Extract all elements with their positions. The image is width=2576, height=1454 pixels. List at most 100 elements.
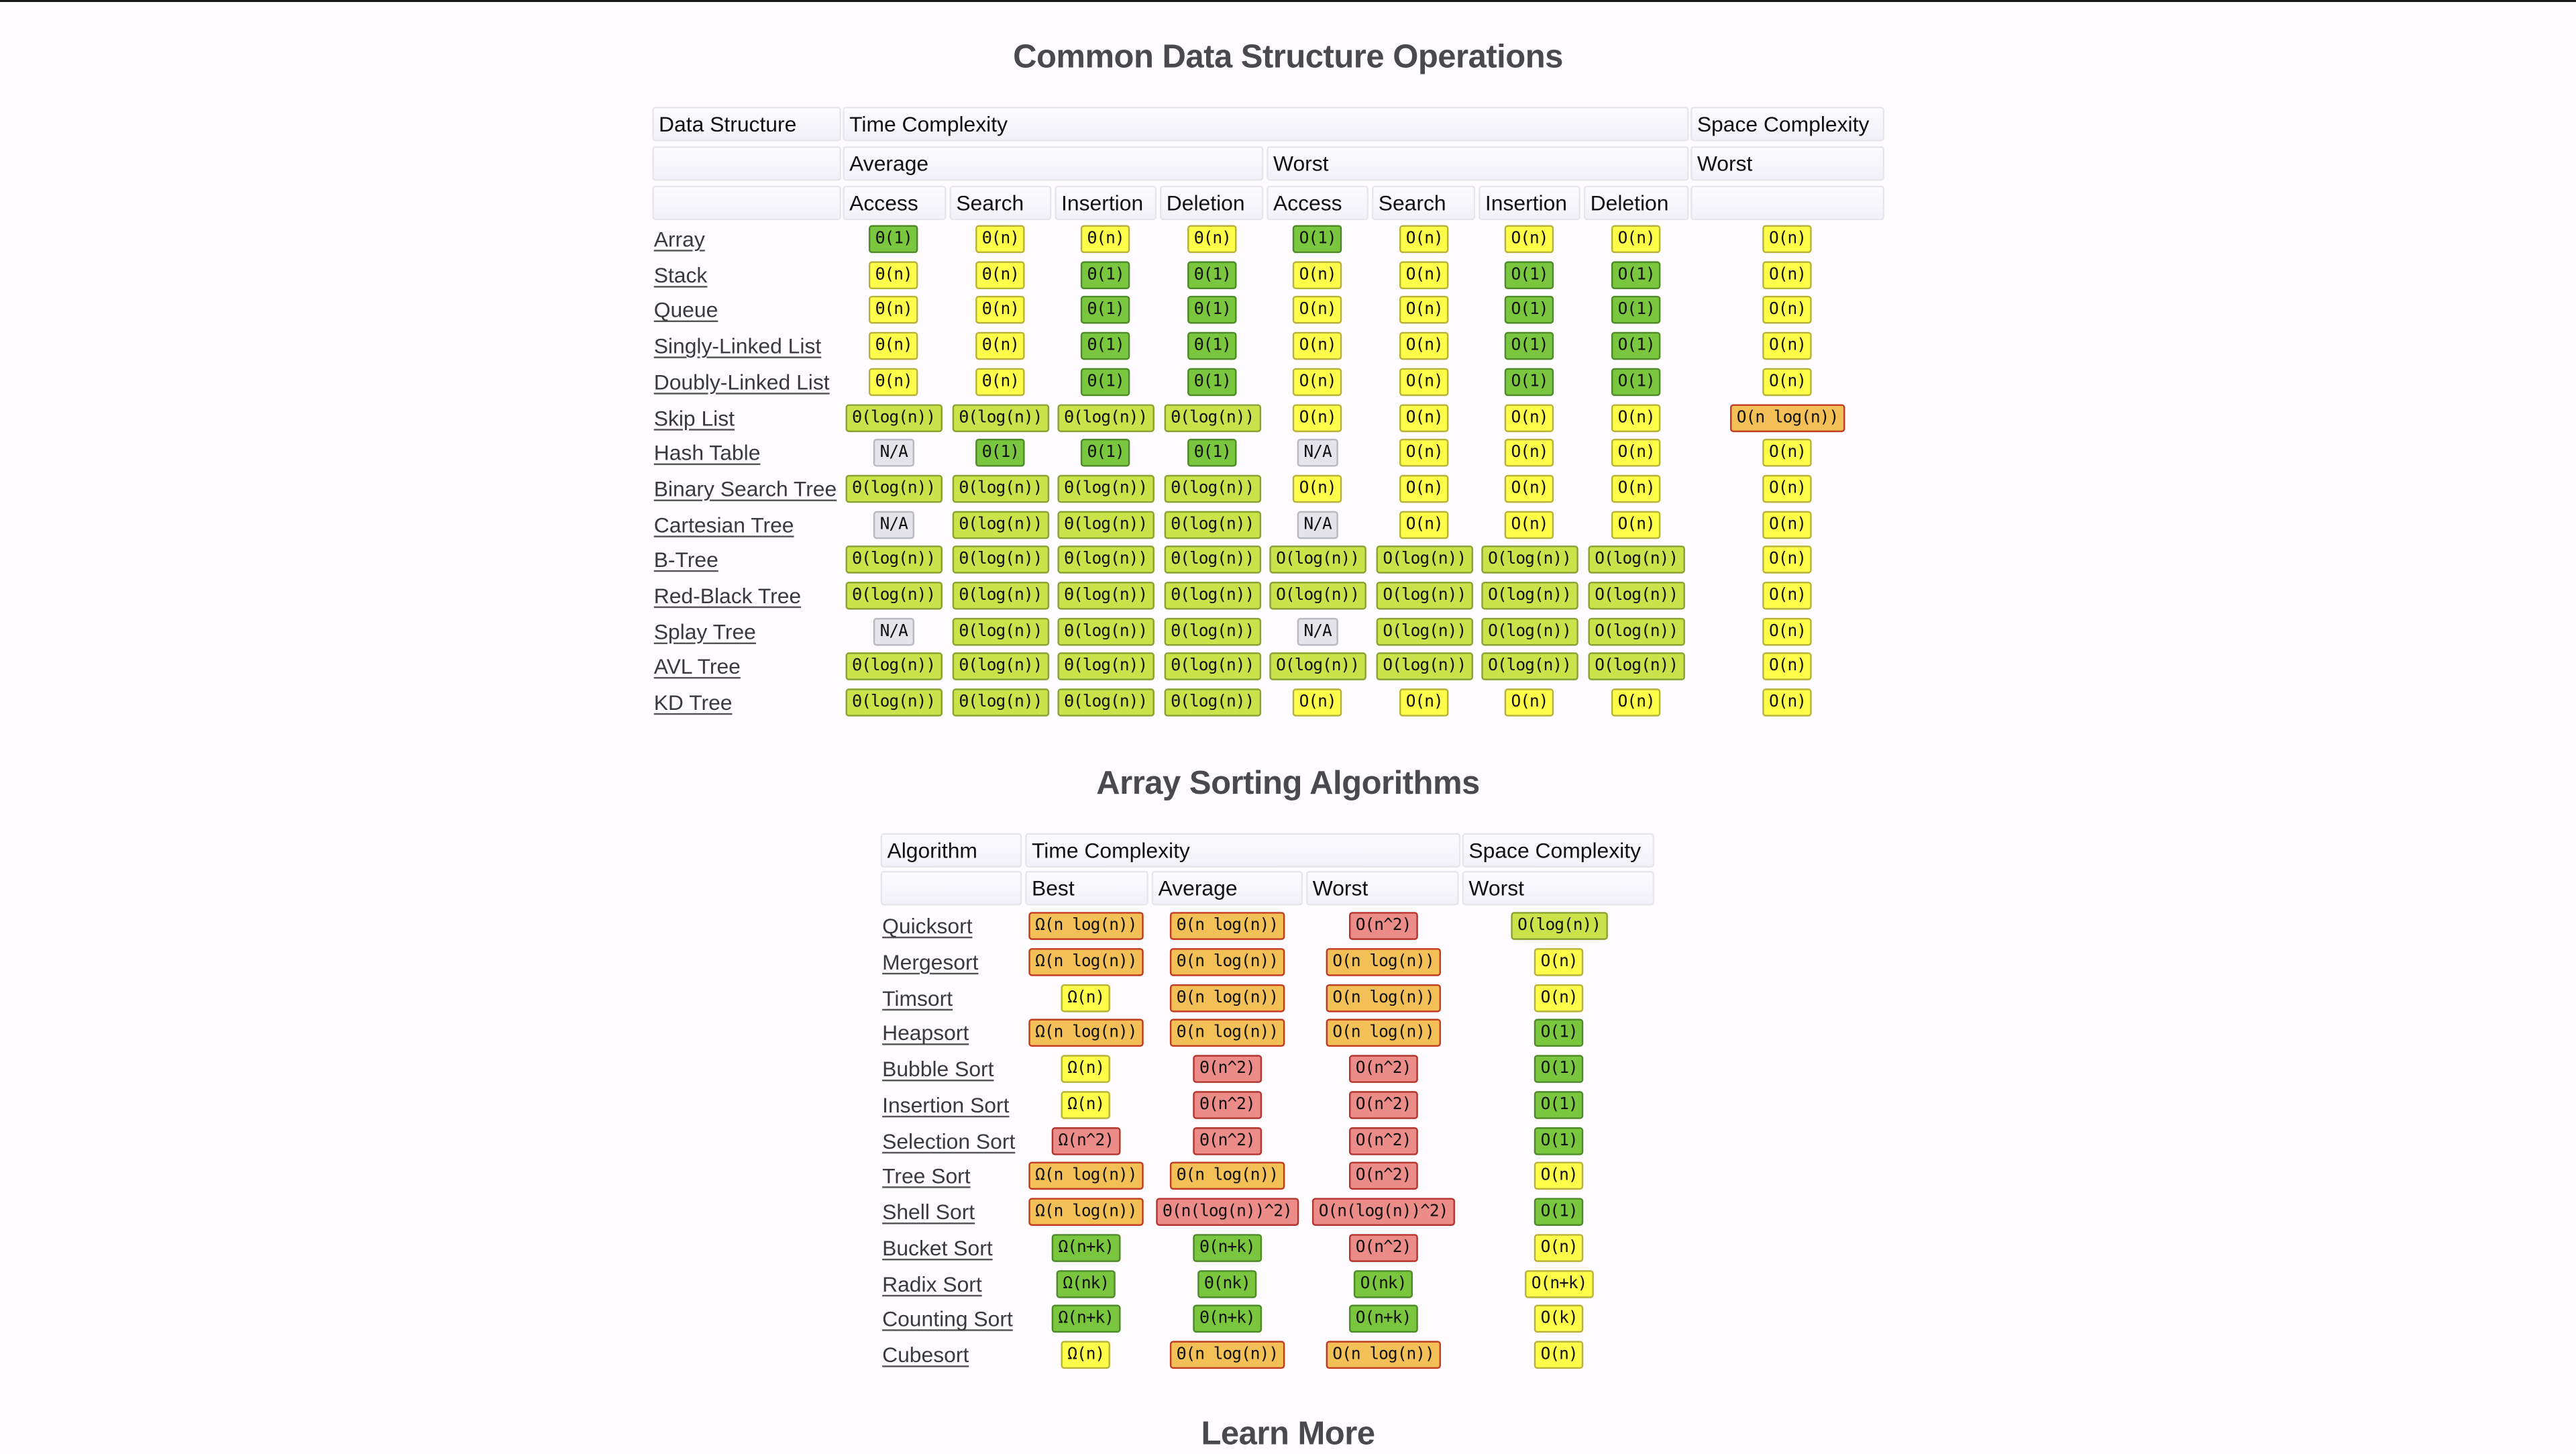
complexity-badge: O(log(n)) (1376, 546, 1473, 574)
data-structure-link[interactable]: Binary Search Tree (654, 474, 837, 504)
data-structure-link[interactable]: Stack (654, 261, 708, 291)
header-op-insertion: Insertion (1479, 185, 1580, 221)
complexity-badge: Θ(1) (975, 439, 1026, 467)
complexity-badge: Θ(n log(n)) (1169, 983, 1285, 1012)
complexity-badge: Θ(n log(n)) (1169, 947, 1285, 976)
algorithm-link[interactable]: Radix Sort (882, 1269, 982, 1299)
data-structure-link[interactable]: B-Tree (654, 546, 718, 576)
table-row: Timsort Ω(n) Θ(n log(n)) O(n log(n)) O(n) (0, 983, 2576, 1017)
algorithm-link[interactable]: Mergesort (882, 947, 978, 977)
complexity-badge: Θ(log(n)) (845, 546, 943, 574)
complexity-badge: Θ(log(n)) (1057, 403, 1154, 431)
complexity-badge: O(nk) (1353, 1269, 1413, 1298)
table-row: Binary Search Tree Θ(log(n)) Θ(log(n)) Θ(lo… (0, 474, 2576, 507)
algorithm-link[interactable]: Timsort (882, 984, 953, 1013)
complexity-badge: N/A (1297, 439, 1338, 467)
complexity-badge: Ω(n log(n)) (1028, 1198, 1144, 1226)
complexity-badge: Ω(n) (1061, 983, 1112, 1012)
complexity-badge: O(n^2) (1348, 912, 1418, 940)
complexity-badge: Ω(n log(n)) (1028, 912, 1144, 940)
table-row: Red-Black Tree Θ(log(n)) Θ(log(n)) Θ(log(n)… (0, 581, 2576, 615)
complexity-badge: Θ(log(n)) (1057, 653, 1154, 681)
complexity-badge: Θ(n) (975, 331, 1026, 360)
data-structure-link[interactable]: Doubly-Linked List (654, 368, 830, 397)
header-space-worst: Worst (1462, 870, 1655, 906)
complexity-badge: O(n^2) (1348, 1233, 1418, 1262)
complexity-badge: O(n log(n)) (1326, 1341, 1441, 1369)
algorithm-link[interactable]: Selection Sort (882, 1127, 1015, 1156)
data-structure-link[interactable]: Skip List (654, 403, 735, 433)
complexity-badge: O(log(n)) (1376, 617, 1473, 645)
complexity-badge: O(n) (1399, 474, 1450, 503)
algorithm-link[interactable]: Bucket Sort (882, 1234, 993, 1263)
table-row: Quicksort Ω(n log(n)) Θ(n log(n)) O(n^2) O(l… (0, 912, 2576, 945)
complexity-badge: O(n) (1399, 260, 1450, 289)
complexity-badge: Θ(1) (1187, 331, 1238, 360)
complexity-badge: O(1) (1504, 296, 1555, 325)
data-structure-link[interactable]: Cartesian Tree (654, 511, 794, 540)
complexity-badge: Θ(1) (1187, 439, 1238, 467)
complexity-badge: O(n) (1399, 439, 1450, 467)
table-row: KD Tree Θ(log(n)) Θ(log(n)) Θ(log(n)) Θ(log(… (0, 688, 2576, 721)
complexity-badge: Θ(log(n)) (952, 403, 1049, 431)
algorithm-link[interactable]: Heapsort (882, 1019, 969, 1049)
data-structure-link[interactable]: Array (654, 225, 705, 255)
algorithm-link[interactable]: Counting Sort (882, 1305, 1013, 1335)
algorithm-link[interactable]: Cubesort (882, 1341, 969, 1370)
complexity-badge: O(n) (1399, 296, 1450, 325)
header-blank (1690, 185, 1885, 221)
data-structure-link[interactable]: AVL Tree (654, 653, 741, 682)
complexity-badge: Θ(1) (1080, 368, 1131, 396)
header-space-complexity: Space Complexity (1690, 107, 1885, 142)
complexity-badge: Θ(log(n)) (1164, 688, 1261, 717)
header-blank (880, 870, 1022, 906)
complexity-badge: O(n) (1534, 1341, 1585, 1369)
table-row: Selection Sort Ω(n^2) Θ(n^2) O(n^2) O(1) (0, 1126, 2576, 1159)
table-row: Array Θ(1) Θ(n) Θ(n) Θ(n) O(1) O(n) O(n) O(n) O(n… (0, 225, 2576, 258)
header-op-search: Search (949, 185, 1052, 221)
complexity-badge: Θ(n+k) (1193, 1305, 1262, 1333)
algorithm-link[interactable]: Bubble Sort (882, 1055, 994, 1084)
complexity-badge: O(1) (1611, 296, 1662, 325)
complexity-badge: O(log(n)) (1376, 653, 1473, 681)
complexity-badge: O(n log(n)) (1326, 983, 1441, 1012)
complexity-badge: Ω(n+k) (1051, 1305, 1120, 1333)
algorithm-link[interactable]: Tree Sort (882, 1162, 971, 1192)
algorithm-link[interactable]: Quicksort (882, 912, 972, 941)
header-op-deletion: Deletion (1583, 185, 1689, 221)
complexity-badge: O(n) (1611, 688, 1662, 717)
complexity-badge: O(n) (1292, 403, 1343, 431)
complexity-badge: Θ(1) (1187, 368, 1238, 396)
complexity-badge: Θ(n) (975, 296, 1026, 325)
data-structure-link[interactable]: Singly-Linked List (654, 332, 822, 362)
complexity-badge: O(1) (1504, 331, 1555, 360)
table-row: Doubly-Linked List Θ(n) Θ(n) Θ(1) Θ(1) O(n) O(… (0, 368, 2576, 401)
algorithm-link[interactable]: Insertion Sort (882, 1091, 1009, 1121)
complexity-badge: O(n) (1399, 403, 1450, 431)
complexity-badge: O(n) (1399, 510, 1450, 539)
complexity-badge: O(n) (1762, 688, 1813, 717)
complexity-badge: Θ(n) (868, 331, 919, 360)
complexity-badge: Θ(log(n)) (952, 653, 1049, 681)
data-structure-link[interactable]: Queue (654, 297, 718, 326)
complexity-badge: O(log(n)) (1511, 912, 1607, 940)
data-structure-link[interactable]: Red-Black Tree (654, 582, 801, 611)
complexity-badge: O(n^2) (1348, 1162, 1418, 1190)
complexity-badge: N/A (873, 439, 914, 467)
data-structure-link[interactable]: Splay Tree (654, 617, 756, 647)
data-structure-link[interactable]: KD Tree (654, 688, 733, 718)
complexity-badge: Ω(n+k) (1051, 1233, 1120, 1262)
table-row: Stack Θ(n) Θ(n) Θ(1) Θ(1) O(n) O(n) O(1) O(1) O(n… (0, 260, 2576, 294)
complexity-badge: O(n) (1399, 688, 1450, 717)
header-worst: Worst (1267, 146, 1689, 181)
complexity-badge: O(log(n)) (1588, 653, 1684, 681)
complexity-badge: Θ(n+k) (1193, 1233, 1262, 1262)
algorithm-link[interactable]: Shell Sort (882, 1198, 975, 1227)
data-structure-link[interactable]: Hash Table (654, 439, 761, 468)
complexity-badge: O(n) (1611, 439, 1662, 467)
complexity-badge: Θ(n log(n)) (1169, 1341, 1285, 1369)
complexity-badge: O(log(n)) (1481, 653, 1578, 681)
complexity-badge: Θ(n log(n)) (1169, 912, 1285, 940)
complexity-badge: O(n) (1762, 225, 1813, 254)
header-op-insertion: Insertion (1055, 185, 1157, 221)
